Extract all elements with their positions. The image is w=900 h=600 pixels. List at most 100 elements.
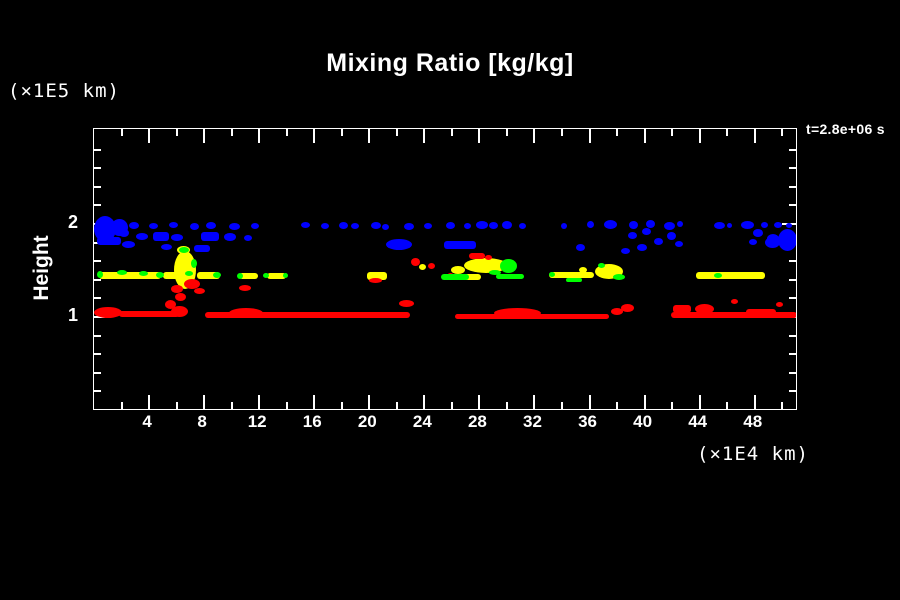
axis-tick — [726, 402, 728, 409]
green-blob — [496, 274, 524, 279]
axis-tick — [313, 129, 315, 143]
blue-blob — [201, 232, 219, 241]
x-tick-label: 24 — [400, 412, 444, 432]
green-blob — [191, 259, 197, 268]
axis-tick — [148, 129, 150, 143]
blue-blob — [561, 223, 567, 229]
axis-tick — [231, 402, 233, 409]
axis-tick — [789, 186, 796, 188]
axis-tick — [478, 395, 480, 409]
blue-blob — [476, 221, 488, 229]
x-tick-label: 16 — [290, 412, 334, 432]
x-tick-label: 32 — [510, 412, 554, 432]
yellow-blob — [579, 267, 587, 273]
axis-tick — [231, 129, 233, 136]
red-blob — [94, 307, 122, 318]
red-blob — [494, 308, 541, 318]
blue-blob — [489, 222, 498, 229]
blue-blob — [119, 229, 129, 237]
axis-tick — [561, 402, 563, 409]
axis-tick — [616, 402, 618, 409]
axis-tick — [258, 395, 260, 409]
blue-blob — [171, 234, 183, 241]
blue-blob — [153, 232, 169, 241]
axis-tick — [506, 402, 508, 409]
axis-tick — [341, 402, 343, 409]
axis-tick — [286, 129, 288, 136]
blue-blob — [727, 223, 732, 228]
axis-tick — [451, 129, 453, 136]
axis-tick — [533, 395, 535, 409]
axis-tick — [616, 129, 618, 136]
blue-blob — [604, 220, 617, 229]
axis-tick — [789, 279, 796, 281]
blue-blob — [646, 220, 655, 228]
red-blob — [194, 288, 205, 294]
x-tick-label: 48 — [731, 412, 775, 432]
green-blob — [283, 273, 288, 278]
blue-blob — [206, 222, 216, 229]
green-blob — [566, 278, 582, 282]
green-blob — [185, 271, 193, 276]
x-tick-label: 8 — [180, 412, 224, 432]
blue-blob — [194, 245, 210, 252]
red-blob — [731, 299, 738, 304]
red-blob — [171, 306, 188, 317]
axis-tick — [561, 129, 563, 136]
axis-tick — [789, 353, 796, 355]
axis-tick — [396, 402, 398, 409]
axis-tick — [789, 167, 796, 169]
red-blob — [239, 285, 251, 291]
green-blob — [441, 274, 469, 280]
axis-tick — [94, 204, 101, 206]
blue-blob — [136, 233, 148, 240]
axis-tick — [644, 129, 646, 143]
axis-tick — [478, 129, 480, 143]
axis-tick — [506, 129, 508, 136]
green-blob — [179, 247, 189, 253]
yellow-blob — [99, 272, 161, 279]
blue-blob — [301, 222, 310, 228]
axis-tick — [789, 260, 796, 262]
axis-tick — [671, 402, 673, 409]
blue-blob — [149, 223, 158, 229]
y-axis-title: Height — [30, 235, 54, 300]
axis-tick — [176, 402, 178, 409]
blue-blob — [753, 229, 763, 237]
axis-tick — [644, 395, 646, 409]
blue-blob — [382, 224, 389, 230]
green-blob — [213, 272, 221, 278]
red-blob — [746, 309, 776, 318]
axis-tick — [789, 149, 796, 151]
green-blob — [613, 274, 625, 280]
blue-blob — [576, 244, 585, 251]
blue-blob — [642, 228, 651, 235]
axis-tick — [203, 129, 205, 143]
axis-tick — [94, 149, 101, 151]
blue-blob — [761, 222, 768, 228]
blue-blob — [122, 241, 135, 248]
axis-tick — [148, 395, 150, 409]
blue-blob — [424, 223, 432, 229]
blue-blob — [774, 222, 782, 228]
axis-tick — [203, 395, 205, 409]
red-blob — [671, 312, 797, 318]
axis-tick — [726, 129, 728, 136]
x-tick-label: 40 — [621, 412, 665, 432]
axis-tick — [94, 279, 101, 281]
blue-blob — [97, 237, 121, 245]
blue-blob — [502, 221, 512, 229]
blue-blob — [129, 222, 139, 229]
axis-tick — [258, 129, 260, 143]
y-tick-label: 2 — [46, 211, 78, 233]
blue-blob — [229, 223, 240, 230]
blue-blob — [190, 223, 199, 230]
green-blob — [500, 259, 517, 273]
blue-blob — [169, 222, 178, 228]
blue-blob — [587, 221, 594, 228]
blue-blob — [749, 239, 757, 245]
red-blob — [369, 278, 382, 283]
x-tick-label: 44 — [676, 412, 720, 432]
green-blob — [97, 271, 103, 278]
blue-blob — [386, 239, 412, 250]
